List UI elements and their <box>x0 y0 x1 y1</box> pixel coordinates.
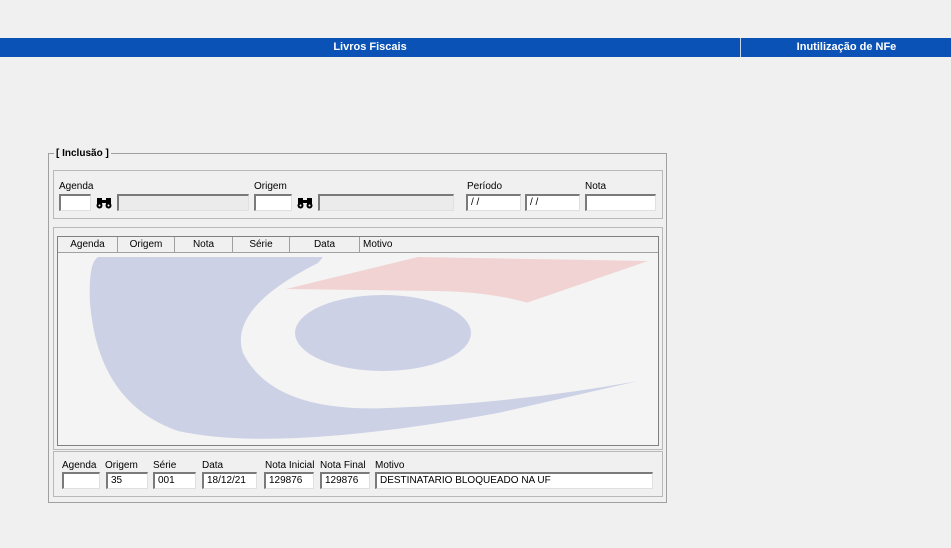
form-data-label: Data <box>202 460 224 471</box>
grid-header: Agenda Origem Nota Série Data Motivo <box>58 237 658 253</box>
column-header-serie[interactable]: Série <box>233 237 290 252</box>
form-origem-input[interactable]: 35 <box>106 472 148 489</box>
form-origem-label: Origem <box>105 460 138 471</box>
form-motivo-input[interactable]: DESTINATARIO BLOQUEADO NA UF <box>375 472 653 489</box>
agenda-search-button[interactable] <box>95 194 113 211</box>
periodo-end-input[interactable]: / / <box>525 194 580 211</box>
column-header-agenda[interactable]: Agenda <box>58 237 118 252</box>
title-bar: Livros Fiscais Inutilização de NFe <box>0 38 951 57</box>
window-title: Livros Fiscais <box>333 41 407 53</box>
form-motivo-label: Motivo <box>375 460 405 471</box>
form-nota-final-label: Nota Final <box>320 460 366 471</box>
column-header-motivo[interactable]: Motivo <box>360 237 658 252</box>
filter-agenda-label: Agenda <box>59 181 94 192</box>
filter-periodo-label: Período <box>467 181 503 192</box>
title-separator <box>740 38 741 57</box>
binoculars-icon <box>297 197 313 208</box>
filter-origem-input[interactable] <box>254 194 292 211</box>
grid-body[interactable] <box>58 253 658 445</box>
screen-title: Inutilização de NFe <box>796 41 897 53</box>
periodo-start-input[interactable]: / / <box>466 194 521 211</box>
filter-agenda-input[interactable] <box>59 194 91 211</box>
form-serie-label: Série <box>153 460 177 471</box>
origem-search-button[interactable] <box>296 194 314 211</box>
company-logo-watermark <box>89 257 648 439</box>
form-serie-input[interactable]: 001 <box>153 472 196 489</box>
group-title: [ Inclusão ] <box>54 148 111 159</box>
form-nota-inicial-input[interactable]: 129876 <box>264 472 314 489</box>
column-header-nota[interactable]: Nota <box>175 237 233 252</box>
form-nota-final-input[interactable]: 129876 <box>320 472 370 489</box>
form-agenda-input[interactable] <box>62 472 100 489</box>
column-header-origem[interactable]: Origem <box>118 237 175 252</box>
binoculars-icon <box>96 197 112 208</box>
records-grid[interactable]: Agenda Origem Nota Série Data Motivo <box>57 236 659 446</box>
filter-origem-label: Origem <box>254 181 287 192</box>
filter-nota-label: Nota <box>585 181 607 192</box>
form-agenda-label: Agenda <box>62 460 97 471</box>
column-header-data[interactable]: Data <box>290 237 360 252</box>
filter-origem-description <box>318 194 454 211</box>
filter-nota-input[interactable] <box>585 194 656 211</box>
form-nota-inicial-label: Nota Inicial <box>265 460 315 471</box>
form-data-input[interactable]: 18/12/21 <box>202 472 257 489</box>
filter-agenda-description <box>117 194 249 211</box>
